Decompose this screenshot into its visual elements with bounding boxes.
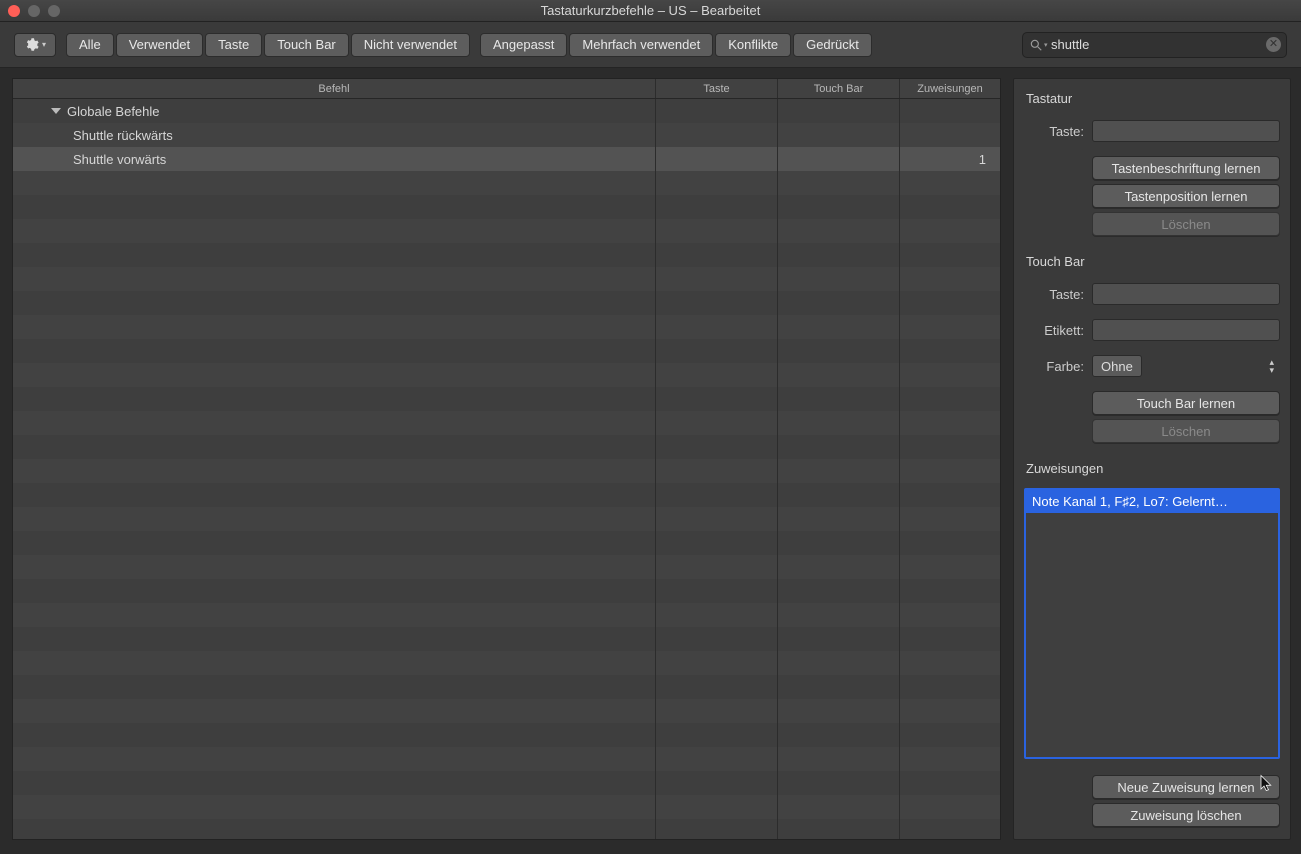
touchbar-etikett-input[interactable] bbox=[1092, 319, 1280, 341]
empty-row bbox=[13, 243, 1000, 267]
group-label: Globale Befehle bbox=[67, 104, 160, 119]
assignment-count bbox=[900, 123, 1000, 147]
section-keyboard-title: Tastatur bbox=[1024, 89, 1280, 106]
titlebar: Tastaturkurzbefehle – US – Bearbeitet bbox=[0, 0, 1301, 22]
search-field: ▾ ✕ bbox=[1022, 32, 1287, 58]
empty-row bbox=[13, 459, 1000, 483]
empty-row bbox=[13, 195, 1000, 219]
search-icon bbox=[1029, 38, 1043, 52]
empty-row bbox=[13, 675, 1000, 699]
minimize-window-button[interactable] bbox=[28, 5, 40, 17]
empty-row bbox=[13, 627, 1000, 651]
filter-group-2: Angepasst Mehrfach verwendet Konflikte G… bbox=[480, 33, 872, 57]
assignment-count: 1 bbox=[900, 147, 1000, 171]
chevron-updown-icon: ▴▾ bbox=[1269, 358, 1274, 374]
toolbar: ▾ Alle Verwendet Taste Touch Bar Nicht v… bbox=[0, 22, 1301, 68]
empty-row bbox=[13, 339, 1000, 363]
group-row[interactable]: Globale Befehle bbox=[13, 99, 1000, 123]
keyboard-key-input[interactable] bbox=[1092, 120, 1280, 142]
command-label: Shuttle vorwärts bbox=[73, 152, 166, 167]
empty-row bbox=[13, 411, 1000, 435]
section-assignments-title: Zuweisungen bbox=[1024, 459, 1280, 476]
filter-angepasst[interactable]: Angepasst bbox=[480, 33, 567, 57]
touchbar-key-input[interactable] bbox=[1092, 283, 1280, 305]
command-rows: Globale Befehle Shuttle rückwärts Shuttl… bbox=[13, 99, 1000, 839]
inspector-sidebar: Tastatur Taste: Tastenbeschriftung lerne… bbox=[1013, 78, 1291, 840]
filter-nicht-verwendet[interactable]: Nicht verwendet bbox=[351, 33, 470, 57]
column-header-key[interactable]: Taste bbox=[656, 79, 778, 98]
chevron-down-icon: ▾ bbox=[42, 40, 46, 49]
column-header-touchbar[interactable]: Touch Bar bbox=[778, 79, 900, 98]
empty-row bbox=[13, 267, 1000, 291]
column-headers: Befehl Taste Touch Bar Zuweisungen bbox=[13, 79, 1000, 99]
filter-touchbar[interactable]: Touch Bar bbox=[264, 33, 349, 57]
empty-row bbox=[13, 603, 1000, 627]
settings-menu-button[interactable]: ▾ bbox=[14, 33, 56, 57]
command-label: Shuttle rückwärts bbox=[73, 128, 173, 143]
window-controls bbox=[8, 5, 60, 17]
assignment-item-selected[interactable]: Note Kanal 1, F♯2, Lo7: Gelernt… bbox=[1026, 490, 1278, 513]
learn-key-position-button[interactable]: Tastenposition lernen bbox=[1092, 184, 1280, 208]
empty-row bbox=[13, 531, 1000, 555]
delete-key-button: Löschen bbox=[1092, 212, 1280, 236]
learn-new-assignment-button[interactable]: Neue Zuweisung lernen bbox=[1092, 775, 1280, 799]
column-header-command[interactable]: Befehl bbox=[13, 79, 656, 98]
close-window-button[interactable] bbox=[8, 5, 20, 17]
touchbar-color-select[interactable]: Ohne bbox=[1092, 355, 1142, 377]
learn-touchbar-button[interactable]: Touch Bar lernen bbox=[1092, 391, 1280, 415]
column-header-assignments[interactable]: Zuweisungen bbox=[900, 79, 1000, 98]
filter-alle[interactable]: Alle bbox=[66, 33, 114, 57]
learn-key-label-button[interactable]: Tastenbeschriftung lernen bbox=[1092, 156, 1280, 180]
empty-row bbox=[13, 723, 1000, 747]
gear-icon bbox=[24, 37, 39, 52]
empty-row bbox=[13, 315, 1000, 339]
empty-row bbox=[13, 171, 1000, 195]
delete-touchbar-button: Löschen bbox=[1092, 419, 1280, 443]
empty-row bbox=[13, 771, 1000, 795]
clear-search-button[interactable]: ✕ bbox=[1266, 37, 1281, 52]
filter-konflikte[interactable]: Konflikte bbox=[715, 33, 791, 57]
empty-row bbox=[13, 483, 1000, 507]
empty-row bbox=[13, 795, 1000, 819]
touchbar-color-label: Farbe: bbox=[1024, 359, 1084, 374]
search-input[interactable] bbox=[1022, 32, 1287, 58]
touchbar-key-label: Taste: bbox=[1024, 287, 1084, 302]
empty-row bbox=[13, 579, 1000, 603]
empty-row bbox=[13, 555, 1000, 579]
filter-gedrueckt[interactable]: Gedrückt bbox=[793, 33, 872, 57]
command-table: Befehl Taste Touch Bar Zuweisungen Globa… bbox=[12, 78, 1001, 840]
empty-row bbox=[13, 819, 1000, 839]
keyboard-key-label: Taste: bbox=[1024, 124, 1084, 139]
window-title: Tastaturkurzbefehle – US – Bearbeitet bbox=[8, 3, 1293, 18]
empty-row bbox=[13, 219, 1000, 243]
empty-row bbox=[13, 747, 1000, 771]
empty-row bbox=[13, 387, 1000, 411]
filter-mehrfach[interactable]: Mehrfach verwendet bbox=[569, 33, 713, 57]
section-touchbar-title: Touch Bar bbox=[1024, 252, 1280, 269]
command-row-selected[interactable]: Shuttle vorwärts 1 bbox=[13, 147, 1000, 171]
filter-taste[interactable]: Taste bbox=[205, 33, 262, 57]
disclosure-triangle-icon[interactable] bbox=[51, 108, 61, 114]
empty-row bbox=[13, 291, 1000, 315]
touchbar-etikett-label: Etikett: bbox=[1024, 323, 1084, 338]
delete-assignment-button[interactable]: Zuweisung löschen bbox=[1092, 803, 1280, 827]
empty-row bbox=[13, 507, 1000, 531]
assignments-list[interactable]: Note Kanal 1, F♯2, Lo7: Gelernt… bbox=[1024, 488, 1280, 759]
filter-verwendet[interactable]: Verwendet bbox=[116, 33, 203, 57]
filter-group-1: Alle Verwendet Taste Touch Bar Nicht ver… bbox=[66, 33, 470, 57]
empty-row bbox=[13, 435, 1000, 459]
empty-row bbox=[13, 363, 1000, 387]
search-menu-chevron-icon[interactable]: ▾ bbox=[1044, 41, 1048, 49]
empty-row bbox=[13, 651, 1000, 675]
empty-row bbox=[13, 699, 1000, 723]
zoom-window-button[interactable] bbox=[48, 5, 60, 17]
command-row[interactable]: Shuttle rückwärts bbox=[13, 123, 1000, 147]
